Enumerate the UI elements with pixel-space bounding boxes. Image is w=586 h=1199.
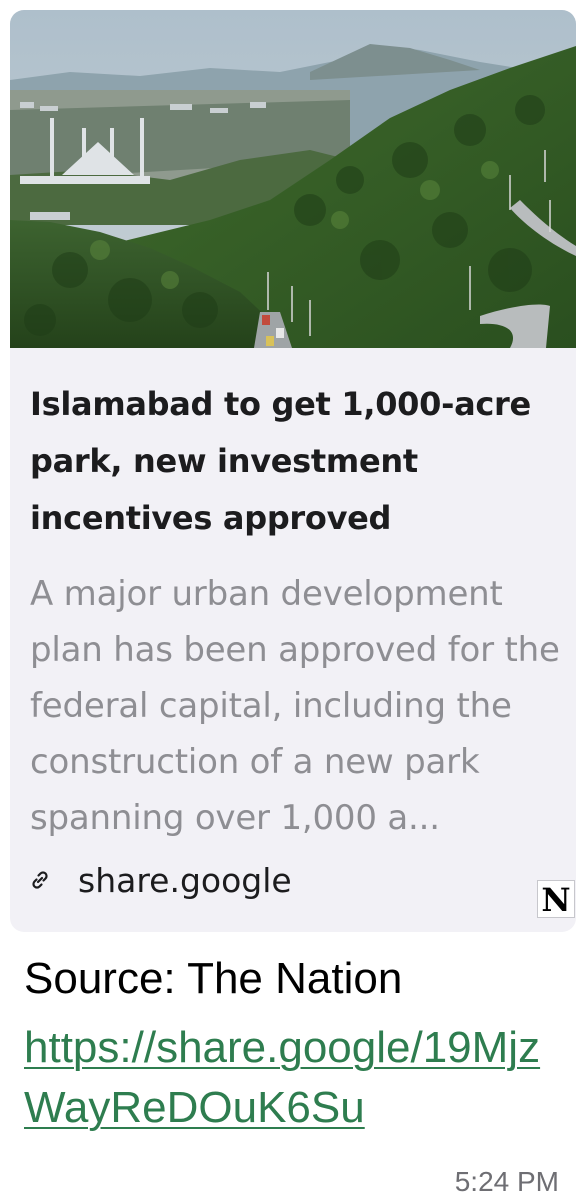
message-timestamp: 5:24 PM bbox=[454, 1166, 559, 1197]
message-link[interactable]: https://share.google/19MjzWayReDOuK6Su bbox=[24, 1018, 564, 1138]
preview-title[interactable]: Islamabad to get 1,000-acre park, new in… bbox=[30, 376, 560, 547]
link-icon bbox=[28, 868, 52, 892]
link-preview-card[interactable]: Islamabad to get 1,000-acre park, new in… bbox=[10, 10, 576, 932]
source-text: Source: The Nation bbox=[24, 954, 403, 1003]
preview-domain: share.google bbox=[78, 861, 292, 900]
publisher-logo: N bbox=[537, 880, 575, 919]
preview-description: A major urban development plan has been … bbox=[30, 574, 560, 838]
preview-image bbox=[10, 10, 576, 348]
preview-source-row[interactable]: share.google N bbox=[28, 861, 575, 919]
